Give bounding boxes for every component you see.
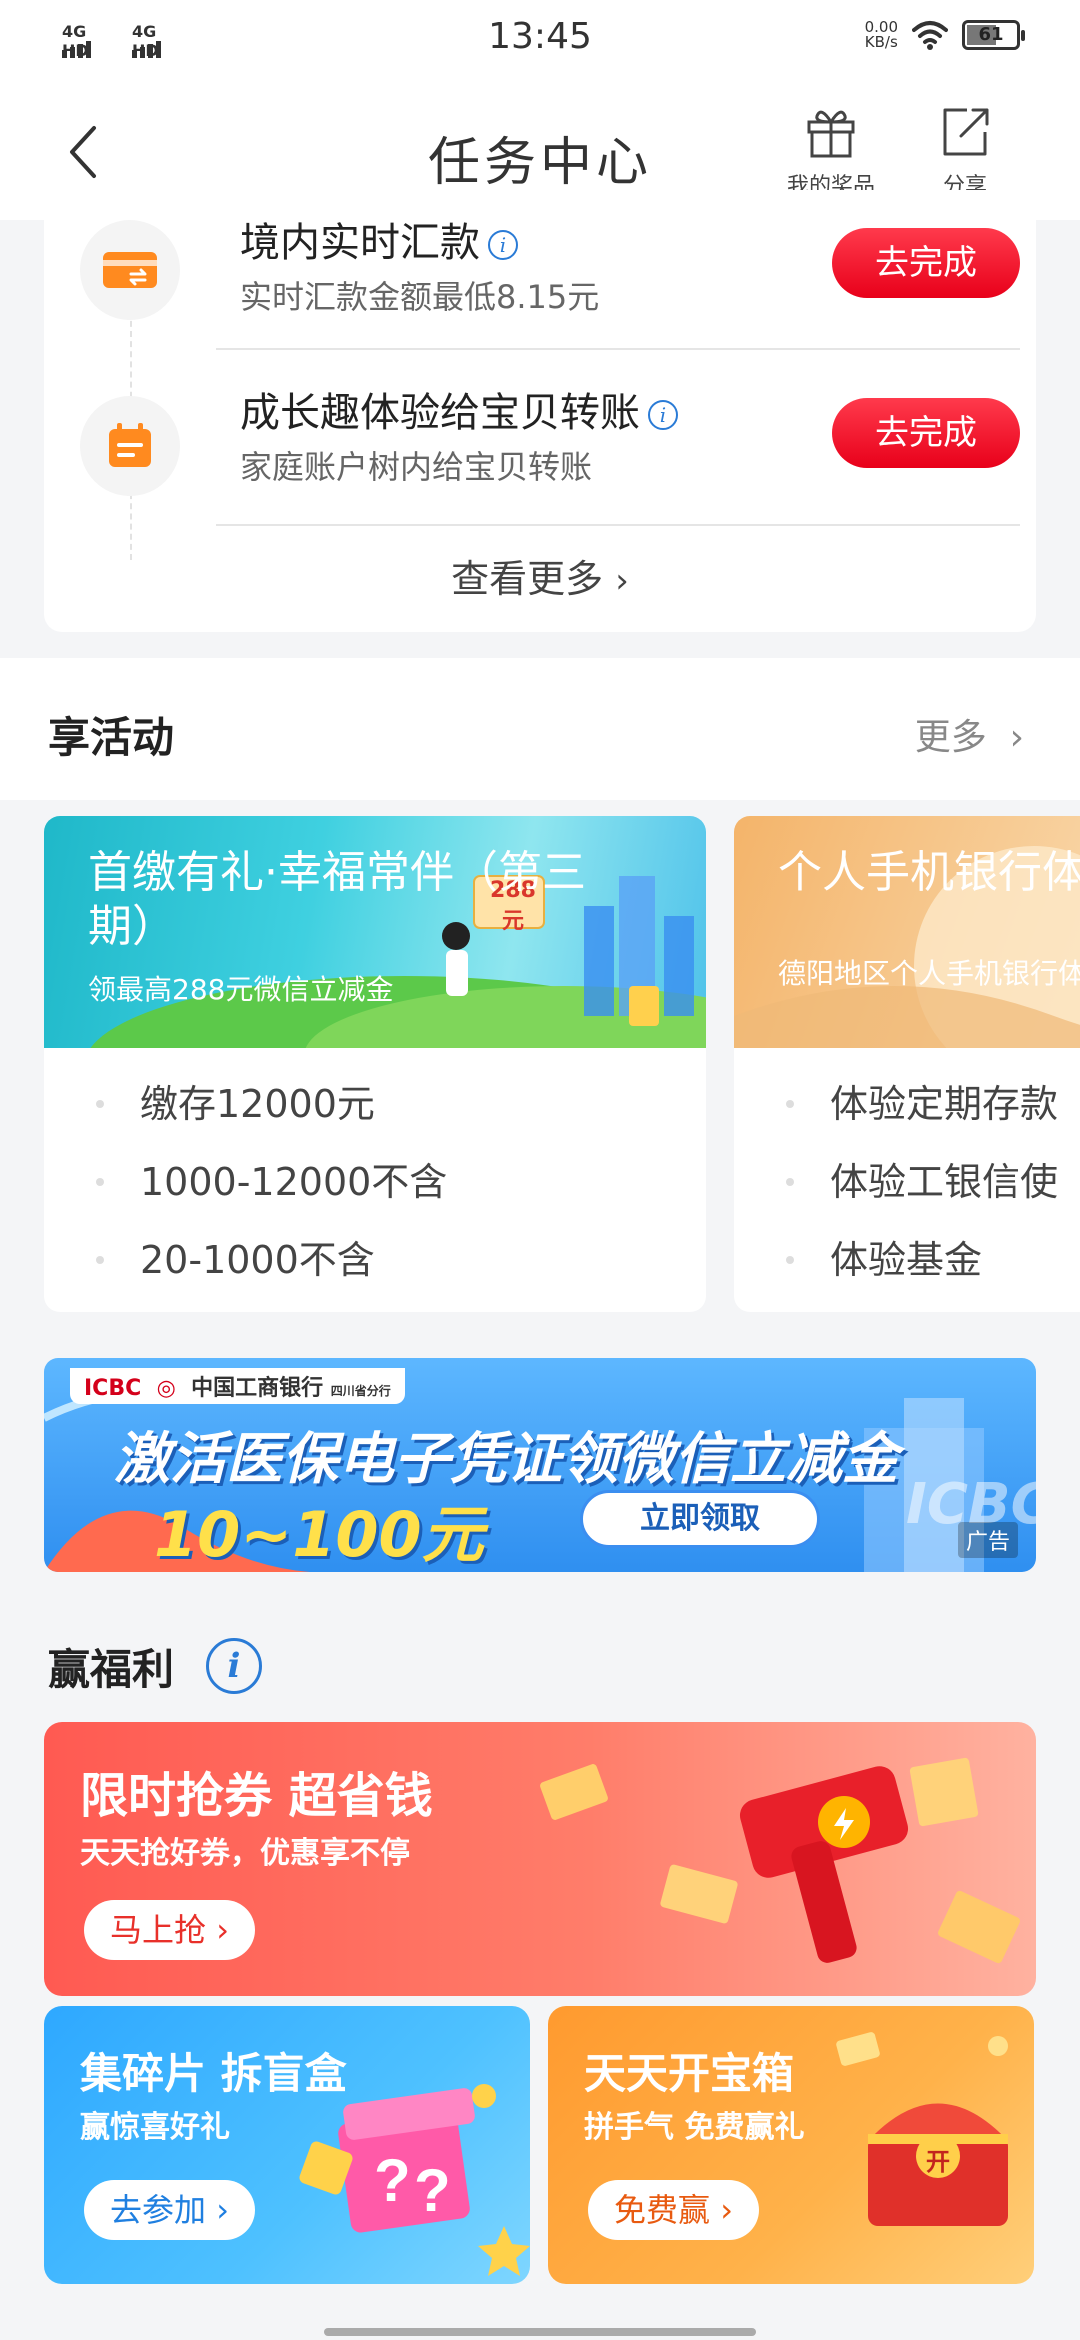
activity-card[interactable]: 288元 首缴有礼·幸福常伴（第三期） 领最高288元微信立减金 缴存12000… [44, 816, 706, 1312]
activity-banner: 288元 首缴有礼·幸福常伴（第三期） 领最高288元微信立减金 [44, 816, 706, 1048]
gift-icon [807, 110, 855, 158]
more-label: 更多 [914, 717, 987, 758]
svg-text:?: ? [414, 2157, 451, 2224]
task-title-text: 成长趣体验给宝贝转账 [240, 390, 640, 436]
welfare-section-header: 赢福利 i [0, 1600, 1080, 1700]
promo-subtitle: 拼手气 免费赢礼 [584, 2110, 805, 2145]
join-button[interactable]: 去参加 › [84, 2180, 255, 2240]
task-title-text: 境内实时汇款 [240, 220, 480, 266]
task-row: 境内实时汇款 i 实时汇款金额最低8.15元 去完成 [44, 190, 1036, 366]
list-item: 20-1000不含 [44, 1234, 706, 1312]
ad-amount: 10~100元 [154, 1498, 484, 1571]
complete-task-button[interactable]: 去完成 [832, 398, 1020, 468]
promo-title: 天天开宝箱 [584, 2049, 795, 2098]
my-prizes-button[interactable]: 我的奖品 [776, 104, 886, 200]
battery-level: 61 [978, 24, 1004, 45]
transfer-card-icon [80, 220, 180, 320]
info-icon[interactable]: i [206, 1638, 262, 1694]
chevron-right-icon: › [998, 717, 1024, 758]
activity-item-list: 体验定期存款 体验工银信使 体验基金 [734, 1078, 1080, 1312]
list-item: 缴存12000元 [44, 1078, 706, 1156]
chevron-right-icon: › [710, 2191, 733, 2229]
activity-subtitle: 领最高288元微信立减金 [88, 973, 394, 1006]
see-more-label: 查看更多 [451, 557, 604, 601]
activity-subtitle: 德阳地区个人手机银行体验有礼活动 [778, 957, 1080, 990]
complete-task-button[interactable]: 去完成 [832, 228, 1020, 298]
treasure-chest-card[interactable]: 开 天天开宝箱 拼手气 免费赢礼 免费赢 › [548, 2006, 1034, 2284]
branch-name: 四川省分行 [330, 1384, 391, 1398]
battery-icon: 61 [962, 20, 1025, 50]
section-title: 享活动 [48, 713, 175, 762]
share-icon [943, 108, 989, 156]
coupon-promo-card[interactable]: 限时抢券 超省钱 天天抢好券，优惠享不停 马上抢 › [44, 1722, 1036, 1996]
ad-tag: 广告 [957, 1522, 1018, 1558]
more-activities-link[interactable]: 更多 › [915, 708, 1024, 760]
ad-headline: 激活医保电子凭证领微信立减金 [114, 1427, 898, 1492]
status-bar: 4G HD 4G HD 13:45 0.00 KB/s 61 [0, 0, 1080, 84]
list-item: 体验工银信使 [734, 1156, 1080, 1234]
wifi-icon [912, 21, 948, 50]
activities-section-header: 享活动 更多 › [0, 658, 1080, 800]
activity-item-list: 缴存12000元 1000-12000不含 20-1000不含 [44, 1078, 706, 1312]
svg-text:?: ? [374, 2147, 411, 2214]
net-speed-unit: KB/s [864, 33, 898, 51]
info-icon[interactable]: i [488, 230, 518, 260]
list-item: 体验定期存款 [734, 1078, 1080, 1156]
grab-now-button[interactable]: 马上抢 › [84, 1900, 255, 1960]
see-more-link[interactable]: 查看更多 › [44, 548, 1036, 603]
activity-title: 首缴有礼·幸福常伴（第三期） [88, 847, 586, 952]
chevron-right-icon: › [615, 561, 629, 601]
grab-now-label: 马上抢 [110, 1911, 207, 1949]
net-speed: 0.00 KB/s [865, 20, 898, 50]
promo-subtitle: 赢惊喜好礼 [80, 2110, 230, 2145]
blind-box-card[interactable]: ? ? 集碎片 拆盲盒 赢惊喜好礼 去参加 › [44, 2006, 530, 2284]
chevron-right-icon: › [206, 1911, 229, 1949]
task-list-card: 境内实时汇款 i 实时汇款金额最低8.15元 去完成 成长趣体验给宝贝转账 i 家庭… [44, 190, 1036, 632]
task-title: 成长趣体验给宝贝转账 i [240, 380, 678, 438]
promo-title: 集碎片 拆盲盒 [80, 2049, 347, 2098]
list-item: 体验基金 [734, 1234, 1080, 1312]
activity-carousel[interactable]: 288元 首缴有礼·幸福常伴（第三期） 领最高288元微信立减金 缴存12000… [0, 800, 1080, 1320]
chevron-right-icon: › [206, 2191, 229, 2229]
section-title: 赢福利 [48, 1645, 175, 1694]
bank-name: 中国工商银行 [191, 1376, 324, 1401]
claim-now-button[interactable]: 立即领取 [580, 1490, 820, 1548]
promo-subtitle: 天天抢好券，优惠享不停 [80, 1836, 410, 1871]
task-subtitle: 实时汇款金额最低8.15元 [240, 278, 600, 316]
info-icon[interactable]: i [648, 400, 678, 430]
promo-title: 限时抢券 超省钱 [80, 1768, 433, 1824]
chest-label: 开 [926, 2148, 950, 2176]
task-title: 境内实时汇款 i [240, 210, 518, 268]
home-indicator[interactable] [324, 2328, 756, 2336]
activity-title: 个人手机银行体验有礼 [778, 847, 1080, 898]
calendar-icon [80, 396, 180, 496]
task-subtitle: 家庭账户树内给宝贝转账 [240, 448, 593, 486]
free-win-label: 免费赢 [614, 2191, 711, 2229]
share-button[interactable]: 分享 [910, 104, 1020, 200]
bank-logo: ICBC ◎ 中国工商银行 四川省分行 [70, 1368, 405, 1404]
activity-card[interactable]: 个人手机银行体验有礼 德阳地区个人手机银行体验有礼活动 体验定期存款 体验工银信… [734, 816, 1080, 1312]
bank-logo-icon: ◎ [148, 1376, 184, 1401]
task-row: 成长趣体验给宝贝转账 i 家庭账户树内给宝贝转账 去完成 [44, 360, 1036, 536]
activity-banner: 个人手机银行体验有礼 德阳地区个人手机银行体验有礼活动 [734, 816, 1080, 1048]
join-label: 去参加 [110, 2191, 207, 2229]
list-item: 1000-12000不含 [44, 1156, 706, 1234]
free-win-button[interactable]: 免费赢 › [588, 2180, 759, 2240]
ad-banner[interactable]: ICBC ◎ 中国工商银行 四川省分行 激活医保电子凭证领微信立减金 10~10… [44, 1358, 1036, 1572]
bank-brand: ICBC [84, 1376, 142, 1401]
